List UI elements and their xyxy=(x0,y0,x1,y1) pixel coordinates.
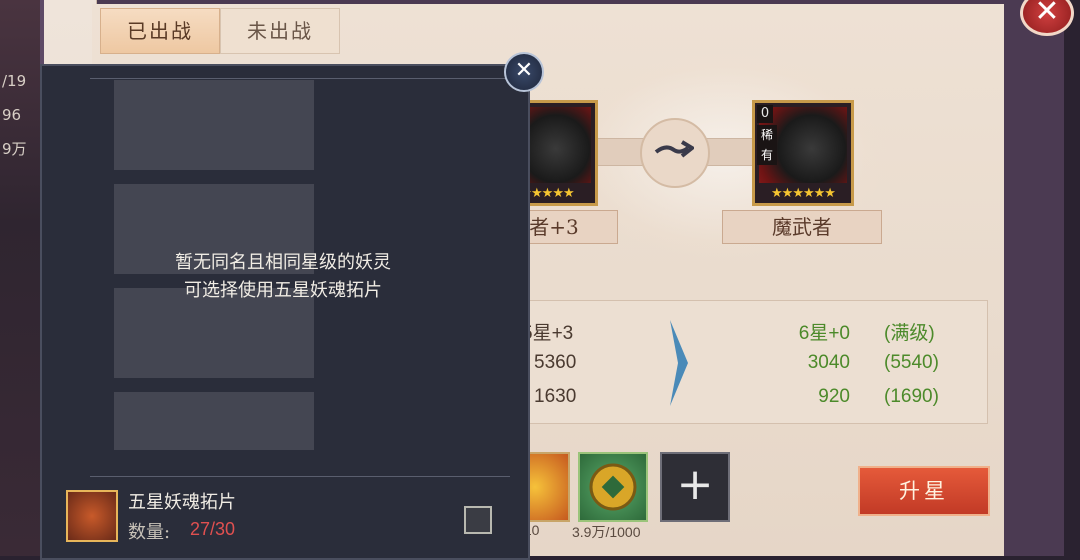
item-quantity-value: 27/30 xyxy=(190,519,236,539)
stat-new-value: 920 xyxy=(818,386,850,407)
star-upgrade-button[interactable]: 升星 xyxy=(858,466,990,516)
coin-material-slot[interactable] xyxy=(578,452,648,522)
target-monster-card[interactable]: 0 稀有 ★★★★★★ xyxy=(752,100,854,206)
popup-divider-bottom xyxy=(90,476,510,477)
stat-new-value: 3040 xyxy=(807,352,850,373)
coin-icon xyxy=(589,463,637,511)
side-number: /19 xyxy=(2,72,27,90)
star-rating: ★★★★★★ xyxy=(771,186,836,201)
target-name: 魔武者 xyxy=(722,210,882,244)
item-name: 五星妖魂拓片 xyxy=(128,492,236,513)
coin-count: 3.9万/1000 xyxy=(572,524,641,540)
popup-message-line1: 暂无同名且相同星级的妖灵 xyxy=(175,252,391,273)
chevron-right-icon xyxy=(670,320,688,406)
stat-max-value: (5540) xyxy=(884,352,939,373)
use-item-checkbox[interactable] xyxy=(464,506,492,534)
close-icon[interactable]: ✕ xyxy=(504,52,544,92)
popup-message-line2: 可选择使用五星妖魂拓片 xyxy=(184,280,382,301)
stat-new-value: 6星+0 xyxy=(798,323,850,344)
rarity-tag: 稀有 xyxy=(757,125,777,165)
stat-old-value: 5360 xyxy=(534,352,577,373)
stat-old-value: 1630 xyxy=(534,386,577,407)
add-material-button[interactable]: + xyxy=(660,452,730,522)
stat-max-value: (1690) xyxy=(884,386,939,407)
side-number: 96 xyxy=(2,106,22,124)
arrow-right-icon xyxy=(654,140,694,158)
popup-divider-top xyxy=(90,78,510,79)
item-quantity-label: 数量: xyxy=(128,522,171,543)
card-level: 0 xyxy=(757,105,773,123)
side-number: 9万 xyxy=(2,140,27,158)
star-soul-rubbing-icon xyxy=(66,490,118,542)
tab-undeployed[interactable]: 未出战 xyxy=(220,8,340,54)
tab-deployed[interactable]: 已出战 xyxy=(100,8,220,54)
stat-max-value: (满级) xyxy=(884,323,935,344)
